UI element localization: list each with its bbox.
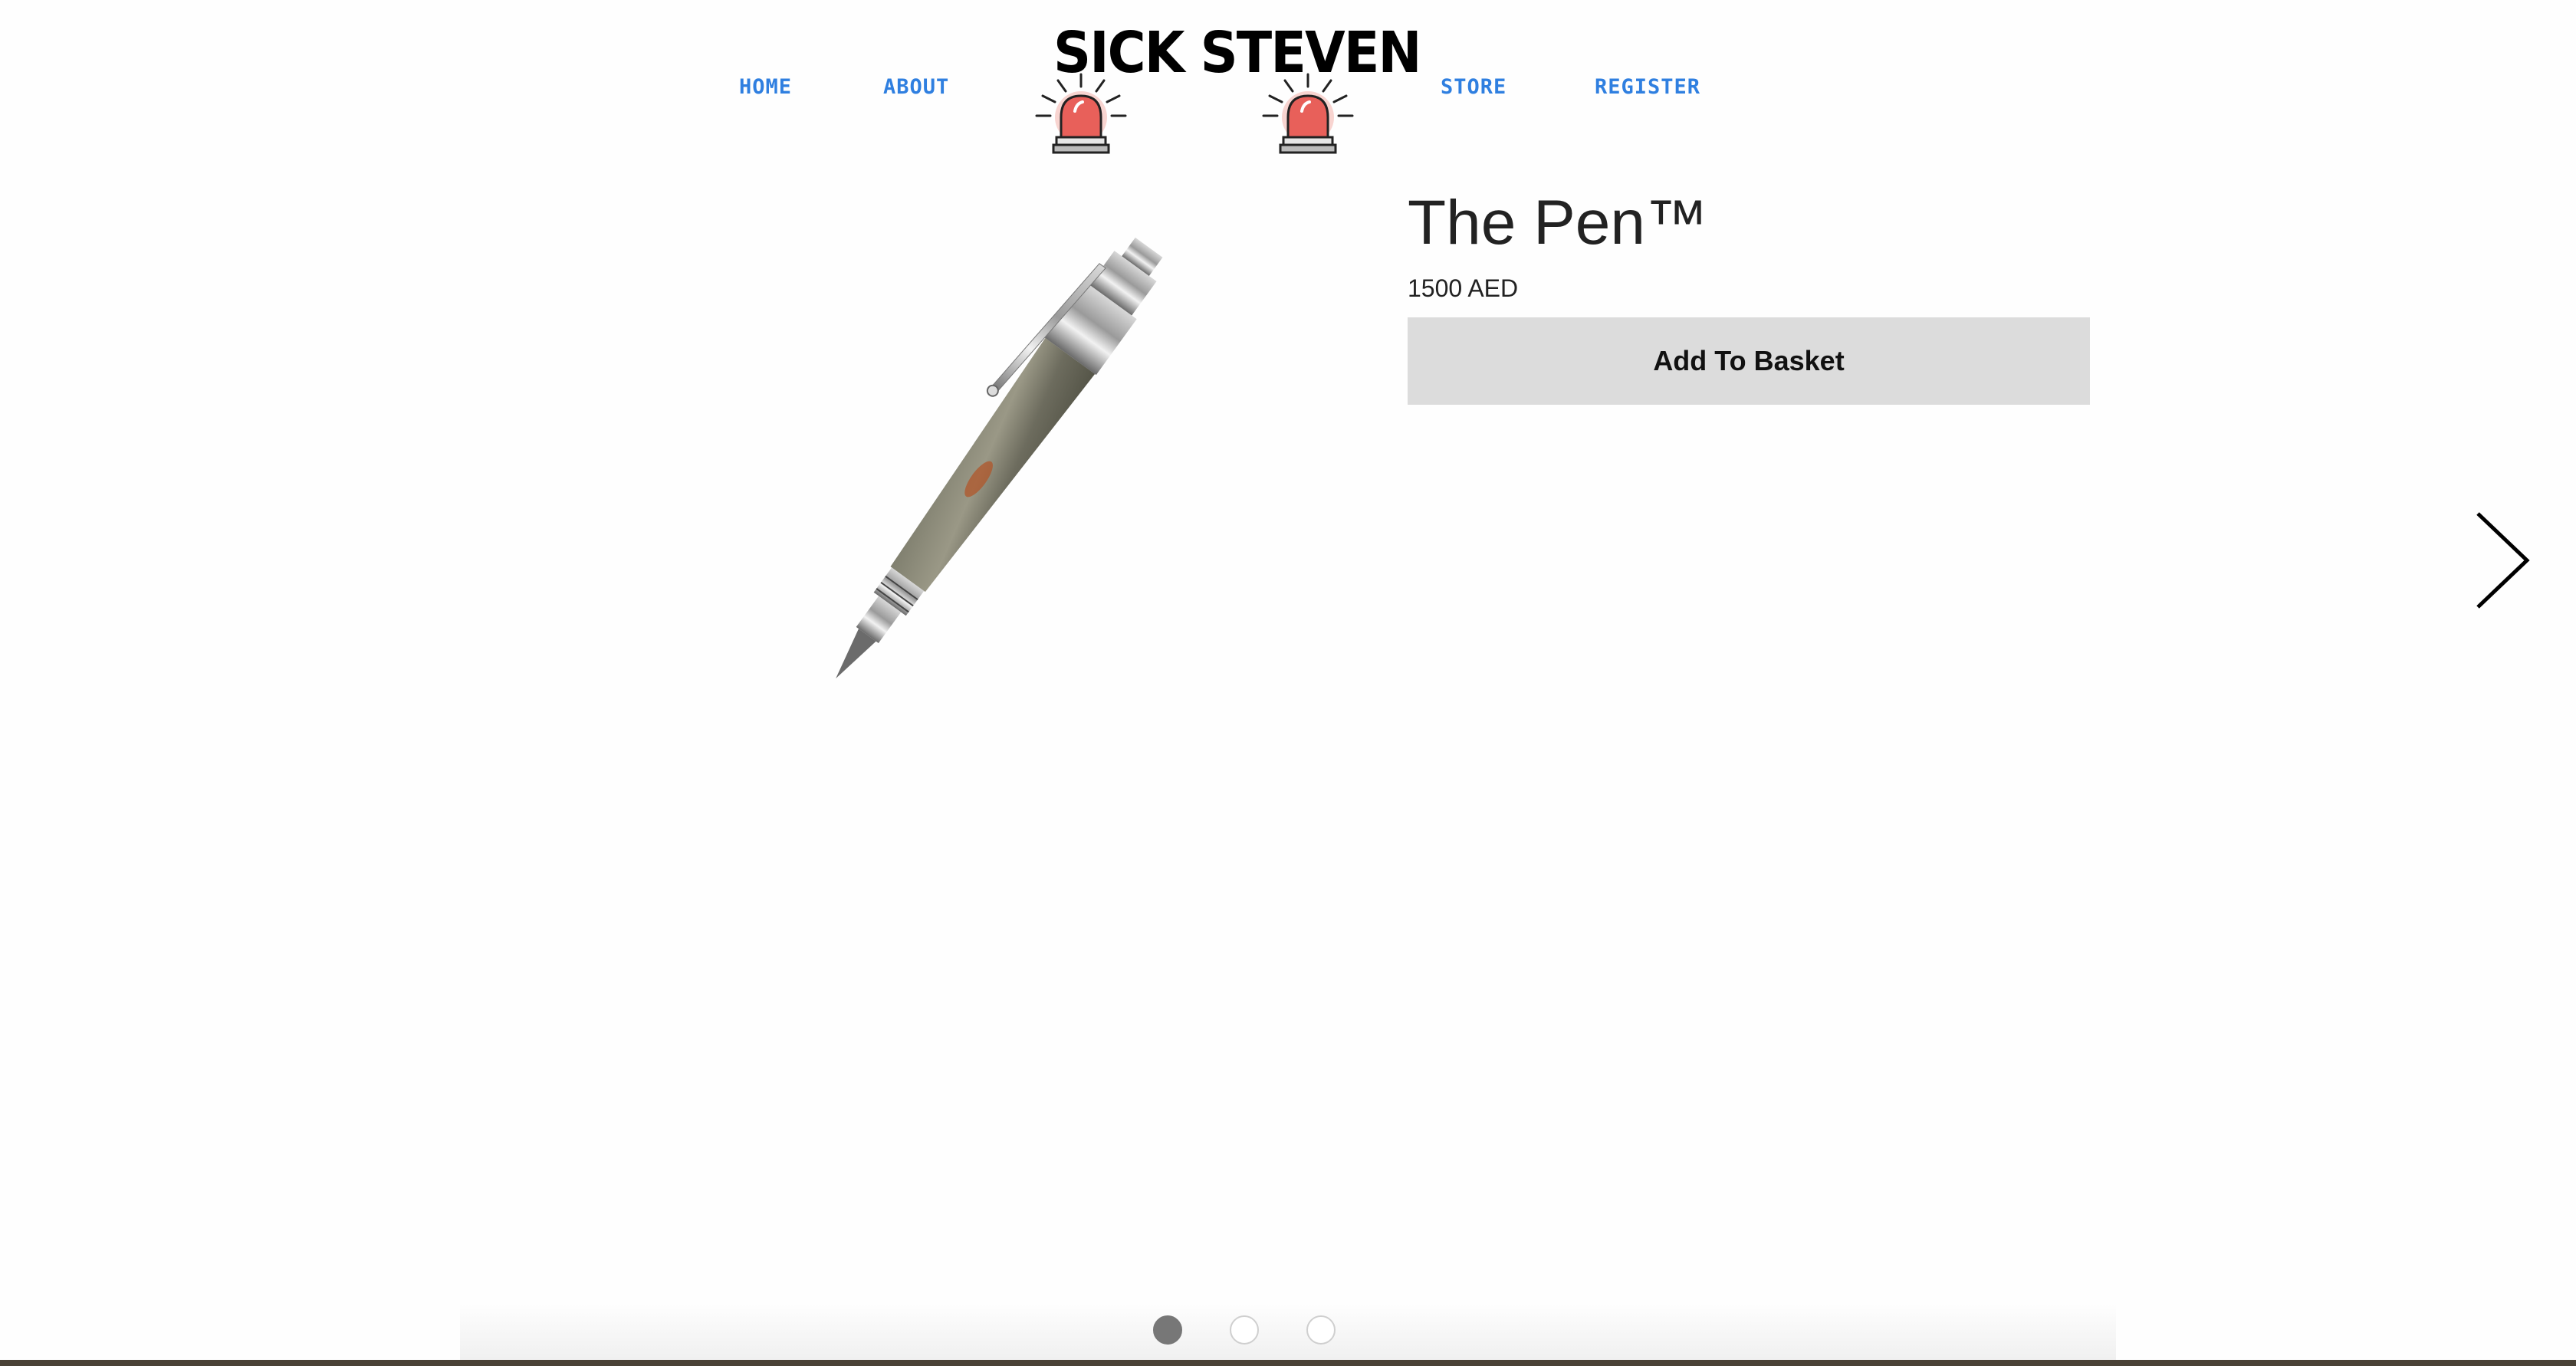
chevron-right-icon[interactable] [2473, 511, 2532, 610]
siren-icon [1262, 73, 1354, 154]
nav-register[interactable]: REGISTER [1595, 75, 1700, 99]
carousel-dots [1153, 1315, 1345, 1349]
product-title: The Pen™ [1408, 188, 1708, 258]
nav-home[interactable]: HOME [739, 75, 792, 99]
product-image [836, 237, 1163, 679]
add-to-basket-button[interactable]: Add To Basket [1408, 317, 2090, 405]
site-logo[interactable]: SICK STEVEN [1035, 15, 1422, 154]
carousel-dot-2[interactable] [1230, 1315, 1259, 1345]
carousel-dot-3[interactable] [1306, 1315, 1336, 1345]
logo-text: SICK STEVEN [1053, 20, 1422, 86]
product-price: 1500 AED [1408, 274, 1519, 302]
bottom-bar [0, 1360, 2576, 1366]
nav-about[interactable]: ABOUT [883, 75, 949, 99]
nav-store[interactable]: STORE [1441, 75, 1506, 99]
carousel-dot-1[interactable] [1153, 1315, 1182, 1345]
page: HOME ABOUT SICK STEVEN STORE REGISTER Th… [0, 0, 2576, 1366]
